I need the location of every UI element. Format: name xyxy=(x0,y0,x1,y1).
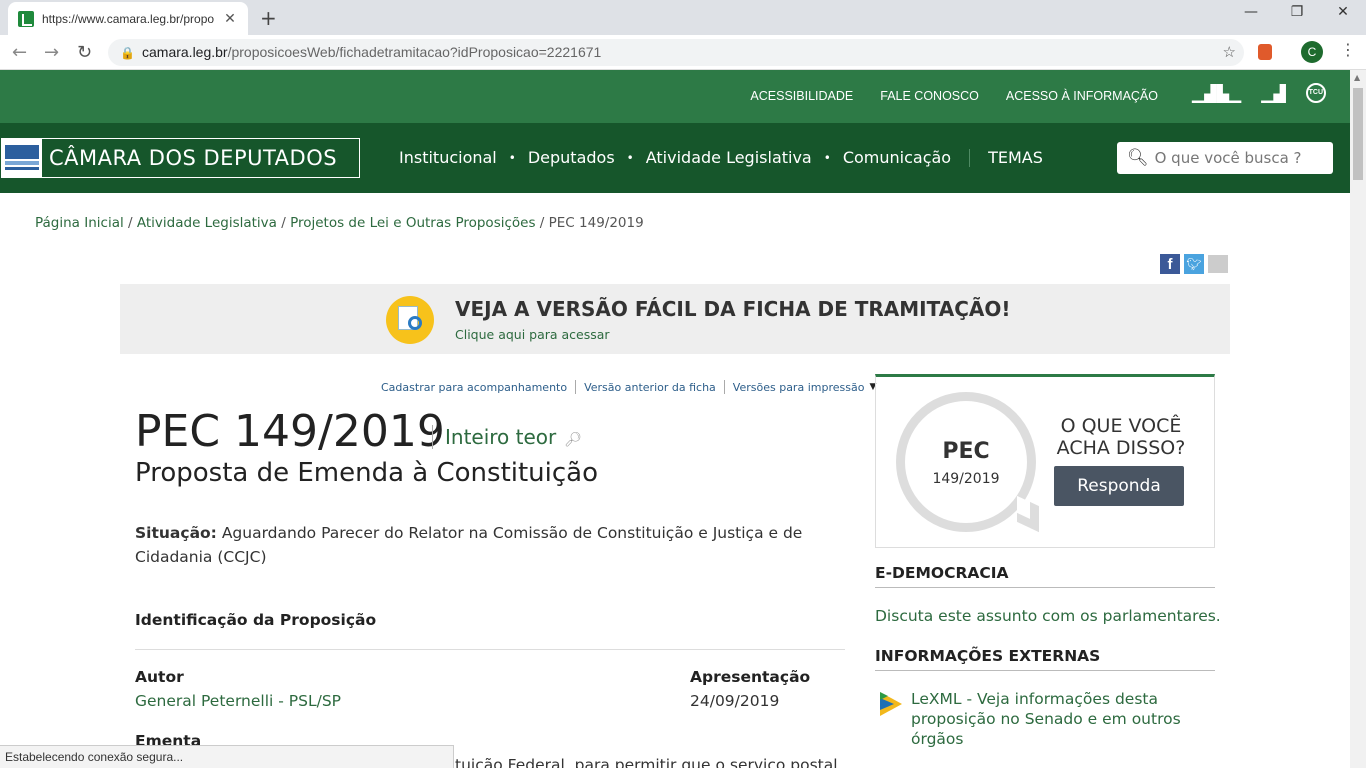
forward-icon[interactable]: → xyxy=(44,42,59,63)
lock-icon: 🔒 xyxy=(120,46,135,60)
easy-version-banner[interactable]: VEJA A VERSÃO FÁCIL DA FICHA DE TRAMITAÇ… xyxy=(120,284,1230,354)
bubble-number: 149/2019 xyxy=(932,471,1000,487)
back-icon[interactable]: ← xyxy=(12,42,27,63)
identificacao-heading: Identificação da Proposição xyxy=(135,611,377,629)
lexml-link[interactable]: LeXML - Veja informações desta proposiçã… xyxy=(911,689,1211,749)
status-bar: Estabelecendo conexão segura... xyxy=(0,745,454,768)
ficha-actions: Cadastrar para acompanhamento Versão ant… xyxy=(381,380,876,394)
menu-item-atividade-legislativa[interactable]: Atividade Legislativa xyxy=(646,148,812,167)
inteiro-teor-link[interactable]: Inteiro teor 🔎︎ xyxy=(432,425,582,449)
menu-item-deputados[interactable]: Deputados xyxy=(528,148,615,167)
logo-text: CÂMARA DOS DEPUTADOS xyxy=(49,146,338,170)
inteiro-teor-label: Inteiro teor xyxy=(445,425,557,449)
browser-toolbar: ← → ↻ 🔒 camara.leg.br/proposicoesWeb/fic… xyxy=(0,35,1366,70)
apresentacao-value: 24/09/2019 xyxy=(690,692,780,710)
browser-tab[interactable]: https://www.camara.leg.br/propo ✕ xyxy=(8,2,248,35)
ementa-text: tuição Federal, para permitir que o serv… xyxy=(455,756,838,768)
restore-icon[interactable]: ❐ xyxy=(1274,4,1320,20)
breadcrumb-atividade[interactable]: Atividade Legislativa xyxy=(137,215,277,231)
speech-bubble-icon: PEC 149/2019 xyxy=(896,392,1039,533)
menu-dot: • xyxy=(626,150,634,165)
menu-item-comunicacao[interactable]: Comunicação xyxy=(843,148,951,167)
bookmark-star-icon[interactable]: ☆ xyxy=(1223,39,1236,66)
externas-heading: INFORMAÇÕES EXTERNAS xyxy=(875,647,1101,665)
link-acesso-informacao[interactable]: ACESSO À INFORMAÇÃO xyxy=(1006,89,1158,103)
address-bar[interactable]: 🔒 camara.leg.br/proposicoesWeb/fichadetr… xyxy=(108,39,1244,66)
situacao-label: Situação: xyxy=(135,524,217,542)
close-tab-icon[interactable]: ✕ xyxy=(222,10,238,27)
browser-tab-strip: https://www.camara.leg.br/propo ✕ + — ❐ … xyxy=(0,0,1366,35)
opinion-question: O QUE VOCÊ ACHA DISSO? xyxy=(1056,415,1186,459)
bubble-title: PEC xyxy=(942,439,990,464)
edemocracia-heading: E-DEMOCRACIA xyxy=(875,564,1009,582)
menu-items: Institucional • Deputados • Atividade Le… xyxy=(399,148,1043,167)
camara-logo-icon xyxy=(2,139,42,177)
banner-link[interactable]: Clique aqui para acessar xyxy=(455,327,610,342)
window-close-icon[interactable]: ✕ xyxy=(1320,4,1366,20)
breadcrumb-current: PEC 149/2019 xyxy=(548,215,644,231)
cadastrar-link[interactable]: Cadastrar para acompanhamento xyxy=(381,381,567,394)
profile-avatar[interactable]: C xyxy=(1301,41,1323,63)
tcu-icon[interactable]: TCU xyxy=(1305,83,1326,103)
share-buttons: f 🐦︎ xyxy=(1160,254,1228,274)
search-input[interactable] xyxy=(1154,149,1325,167)
senado-icon[interactable]: ▁▟ xyxy=(1261,84,1286,103)
top-bar: ACESSIBILIDADE FALE CONOSCO ACESSO À INF… xyxy=(0,70,1350,123)
document-icon: 🔎︎ xyxy=(564,432,583,448)
menu-separator xyxy=(969,148,971,167)
apresentacao-label: Apresentação xyxy=(690,668,811,686)
search-box: 🔍︎ xyxy=(1117,142,1333,174)
facebook-icon[interactable]: f xyxy=(1160,254,1180,274)
versoes-impressao-link[interactable]: Versões para impressão xyxy=(733,381,865,394)
breadcrumb-projetos[interactable]: Projetos de Lei e Outras Proposições xyxy=(290,215,535,231)
top-links: ACESSIBILIDADE FALE CONOSCO ACESSO À INF… xyxy=(750,89,1158,103)
reload-icon[interactable]: ↻ xyxy=(77,42,92,63)
autor-label: Autor xyxy=(135,668,184,686)
web-page: ACESSIBILIDADE FALE CONOSCO ACESSO À INF… xyxy=(0,70,1350,768)
menu-dot: • xyxy=(508,150,516,165)
opinion-box: PEC 149/2019 O QUE VOCÊ ACHA DISSO? Resp… xyxy=(875,374,1215,548)
divider xyxy=(875,670,1215,671)
responda-button[interactable]: Responda xyxy=(1054,466,1184,506)
divider xyxy=(875,587,1215,588)
versao-anterior-link[interactable]: Versão anterior da ficha xyxy=(584,381,716,394)
main-nav: CÂMARA DOS DEPUTADOS Institucional • Dep… xyxy=(0,123,1350,193)
edemocracia-link[interactable]: Discuta este assunto com os parlamentare… xyxy=(875,607,1221,625)
site-favicon-icon xyxy=(18,10,34,27)
url-path: /proposicoesWeb/fichadetramitacao?idProp… xyxy=(227,44,602,60)
camara-logo[interactable]: CÂMARA DOS DEPUTADOS xyxy=(1,138,360,178)
link-acessibilidade[interactable]: ACESSIBILIDADE xyxy=(750,89,853,103)
divider xyxy=(135,649,845,650)
scrollbar[interactable]: ▲ xyxy=(1350,70,1366,768)
breadcrumb: Página Inicial / Atividade Legislativa /… xyxy=(35,215,644,231)
email-icon[interactable] xyxy=(1208,255,1228,273)
camara-building-icon[interactable]: ▁▟▙▁ xyxy=(1192,84,1241,103)
page-subtitle: Proposta de Emenda à Constituição xyxy=(135,458,599,488)
situacao: Situação: Aguardando Parecer do Relator … xyxy=(135,521,835,569)
breadcrumb-home[interactable]: Página Inicial xyxy=(35,215,124,231)
top-icons: ▁▟▙▁ ▁▟ TCU xyxy=(1192,83,1326,103)
lexml-icon xyxy=(880,692,902,716)
menu-item-institucional[interactable]: Institucional xyxy=(399,148,497,167)
search-icon[interactable]: 🔍︎ xyxy=(1127,148,1149,168)
banner-title: VEJA A VERSÃO FÁCIL DA FICHA DE TRAMITAÇ… xyxy=(455,297,1011,321)
autor-link[interactable]: General Peternelli - PSL/SP xyxy=(135,692,341,710)
menu-dot: • xyxy=(823,150,831,165)
scroll-up-icon[interactable]: ▲ xyxy=(1354,73,1360,82)
situacao-text: Aguardando Parecer do Relator na Comissã… xyxy=(135,524,803,566)
twitter-icon[interactable]: 🐦︎ xyxy=(1184,254,1204,274)
menu-item-temas[interactable]: TEMAS xyxy=(988,148,1043,167)
extension-icon[interactable] xyxy=(1258,44,1272,60)
new-tab-button[interactable]: + xyxy=(260,6,277,30)
link-fale-conosco[interactable]: FALE CONOSCO xyxy=(880,89,979,103)
scrollbar-thumb[interactable] xyxy=(1353,88,1363,180)
page-title: PEC 149/2019 xyxy=(135,406,445,457)
url-host: camara.leg.br xyxy=(142,44,228,60)
browser-menu-icon[interactable]: ⋮ xyxy=(1340,40,1356,59)
tab-title: https://www.camara.leg.br/propo xyxy=(42,11,215,26)
document-search-icon xyxy=(386,296,434,344)
minimize-icon[interactable]: — xyxy=(1228,4,1274,20)
